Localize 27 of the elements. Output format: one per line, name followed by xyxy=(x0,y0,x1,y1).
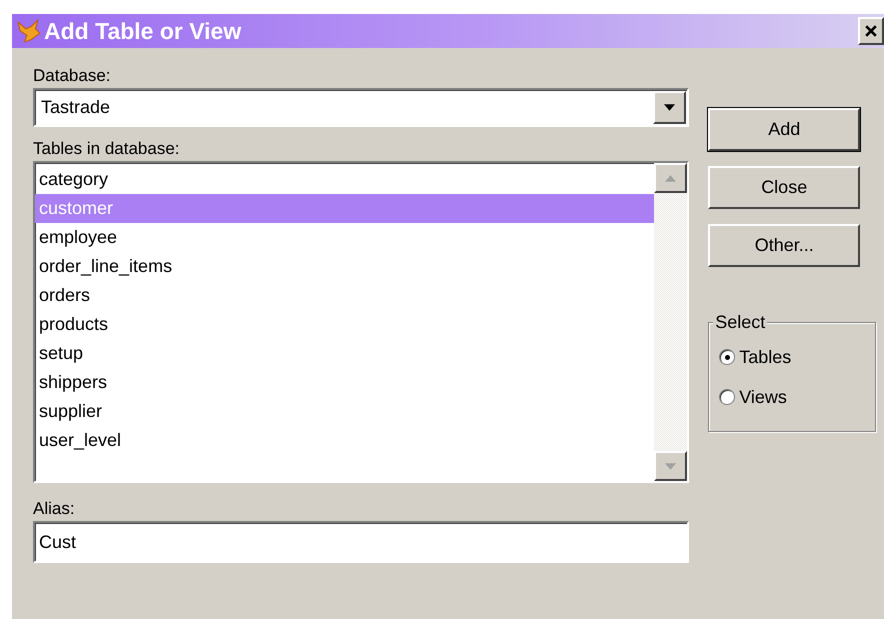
table-list-item[interactable]: orders xyxy=(35,281,654,310)
radio-icon[interactable] xyxy=(719,349,736,365)
table-list-item[interactable]: setup xyxy=(35,339,654,368)
radio-option[interactable]: Tables xyxy=(719,337,875,377)
close-icon[interactable] xyxy=(858,17,884,45)
table-list-item[interactable]: category xyxy=(35,165,654,194)
fox-icon xyxy=(16,18,42,44)
table-list-item[interactable]: employee xyxy=(35,223,654,252)
tables-label: Tables in database: xyxy=(33,139,180,160)
scroll-up-icon[interactable] xyxy=(654,163,688,193)
window-title: Add Table or View xyxy=(44,18,242,44)
dialog-button[interactable]: Add xyxy=(708,108,860,151)
dialog-button[interactable]: Other... xyxy=(708,224,860,267)
table-list-item[interactable]: supplier xyxy=(35,397,654,426)
dialog-button[interactable]: Close xyxy=(708,166,860,209)
radio-option[interactable]: Views xyxy=(719,377,875,417)
table-list-item[interactable]: user_level xyxy=(35,426,654,455)
database-label: Database: xyxy=(33,66,112,87)
scroll-down-icon[interactable] xyxy=(654,451,688,481)
table-list-item[interactable]: products xyxy=(35,310,654,339)
table-list-item[interactable]: shippers xyxy=(35,368,654,397)
alias-field[interactable]: Cust xyxy=(33,521,690,563)
radio-icon[interactable] xyxy=(719,389,736,405)
alias-label: Alias: xyxy=(33,499,76,520)
table-list-item[interactable]: order_line_items xyxy=(35,252,654,281)
database-dropdown[interactable]: Tastrade xyxy=(33,88,690,127)
scrollbar[interactable] xyxy=(654,163,688,481)
